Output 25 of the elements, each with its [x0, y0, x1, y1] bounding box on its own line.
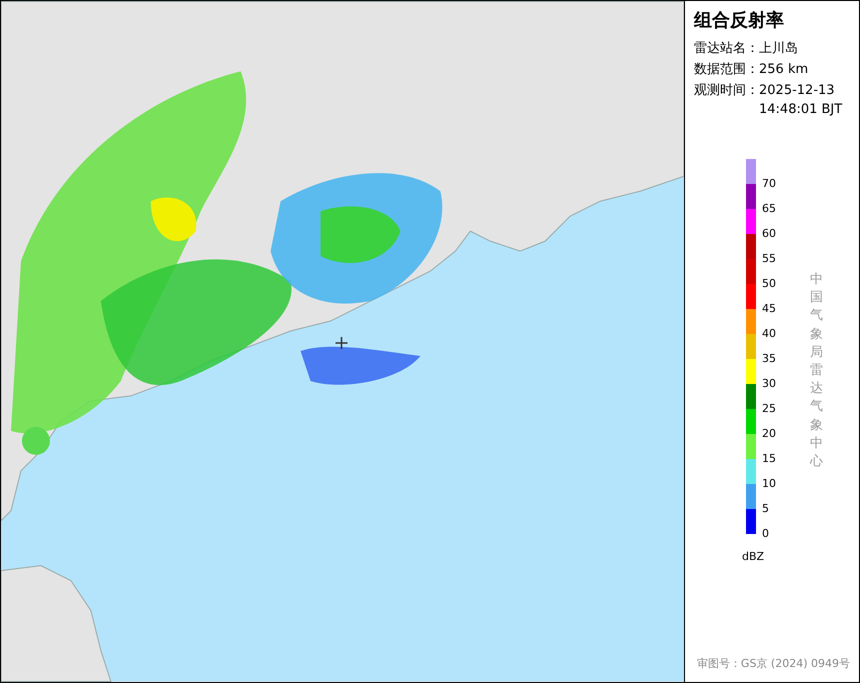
- unit-label: dBZ: [742, 550, 764, 563]
- scale-label: 20: [762, 427, 776, 440]
- scale-label: 15: [762, 452, 776, 465]
- scale-label: 60: [762, 227, 776, 240]
- scale-label: 35: [762, 352, 776, 365]
- credit-text: 中国气象局雷达气象中心: [810, 272, 823, 469]
- scale-label: 70: [762, 177, 776, 190]
- scale-label: 5: [762, 502, 769, 515]
- scale-label: 0: [762, 527, 769, 540]
- info-label: 数据范围：: [694, 61, 759, 79]
- info-label: 雷达站名：: [694, 40, 759, 58]
- approval-number: 审图号：GS京 (2024) 0949号: [696, 656, 850, 670]
- scale-label: 10: [762, 477, 776, 490]
- scale-label: 55: [762, 252, 776, 265]
- scale-label: 65: [762, 202, 776, 215]
- product-title: 组合反射率: [694, 9, 785, 33]
- info-value: 上川岛: [759, 40, 799, 58]
- scale-label: 30: [762, 377, 776, 390]
- scale-label: 40: [762, 327, 776, 340]
- info-value: 2025-12-13 14:48:01 BJT: [759, 82, 844, 119]
- info-label: 观测时间：: [694, 82, 759, 100]
- scale-label: 50: [762, 277, 776, 290]
- scale-label: 25: [762, 402, 776, 415]
- scale-label: 45: [762, 302, 776, 315]
- info-value: 256 km: [759, 61, 810, 79]
